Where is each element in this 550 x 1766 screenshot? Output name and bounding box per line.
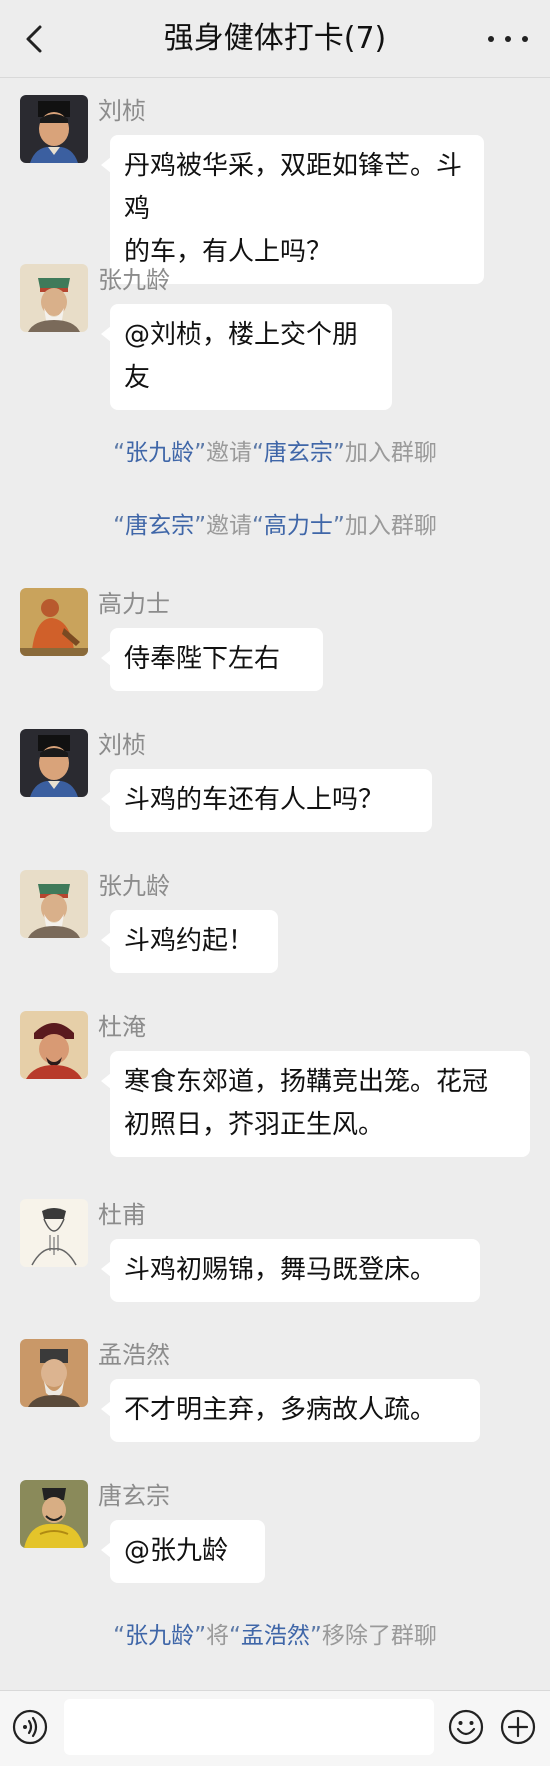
message-bubble[interactable]: 丹鸡被华采，双距如锋芒。斗鸡 的车，有人上吗？: [101, 135, 484, 284]
message-bubble[interactable]: 斗鸡约起！: [101, 910, 278, 973]
message-bubble[interactable]: 斗鸡的车还有人上吗？: [101, 769, 432, 832]
message-input[interactable]: [64, 1699, 434, 1755]
avatar[interactable]: [20, 870, 88, 938]
system-user-link[interactable]: 高力士: [264, 513, 333, 539]
message-bubble[interactable]: 侍奉陛下左右: [101, 628, 323, 691]
chevron-left-icon: [26, 25, 42, 53]
system-user-link[interactable]: 唐玄宗: [264, 440, 333, 466]
avatar[interactable]: [20, 588, 88, 656]
avatar[interactable]: [20, 1480, 88, 1548]
plus-button[interactable]: [500, 1709, 536, 1745]
message-bubble[interactable]: @刘桢，楼上交个朋友: [101, 304, 392, 410]
message-bubble[interactable]: 不才明主弃，多病故人疏。: [101, 1379, 480, 1442]
message-bubble[interactable]: 斗鸡初赐锦，舞马既登床。: [101, 1239, 480, 1302]
sender-name: 张九龄: [98, 872, 170, 900]
more-dot: [505, 36, 511, 42]
system-user-link[interactable]: 唐玄宗: [125, 513, 194, 539]
back-button[interactable]: [18, 22, 52, 56]
sender-name: 杜甫: [98, 1201, 146, 1229]
system-message: “张九龄”邀请“唐玄宗”加入群聊: [113, 440, 437, 466]
sender-name: 孟浩然: [98, 1341, 170, 1369]
system-user-link[interactable]: 张九龄: [125, 1623, 194, 1649]
avatar[interactable]: [20, 1199, 88, 1267]
sender-name: 刘桢: [98, 97, 146, 125]
more-dot: [522, 36, 528, 42]
message-bubble[interactable]: @张九龄: [101, 1520, 265, 1583]
system-user-link[interactable]: 张九龄: [125, 440, 194, 466]
sender-name: 张九龄: [98, 266, 170, 294]
more-button[interactable]: [488, 24, 528, 54]
chat-header: 强身健体打卡(7): [0, 0, 550, 78]
avatar[interactable]: [20, 1011, 88, 1079]
system-message: “唐玄宗”邀请“高力士”加入群聊: [113, 513, 437, 539]
system-user-link[interactable]: 孟浩然: [241, 1623, 310, 1649]
more-dots-icon: [488, 36, 494, 42]
voice-button[interactable]: [12, 1709, 48, 1745]
input-bar: [0, 1690, 550, 1766]
chat-title: 强身健体打卡(7): [163, 21, 387, 56]
sender-name: 刘桢: [98, 731, 146, 759]
avatar[interactable]: [20, 729, 88, 797]
message-bubble[interactable]: 寒食东郊道，扬鞲竞出笼。花冠 初照日，芥羽正生风。: [101, 1051, 530, 1157]
voice-icon: [12, 1709, 48, 1745]
system-message: “张九龄”将“孟浩然”移除了群聊: [113, 1623, 437, 1649]
emoji-icon: [448, 1709, 484, 1745]
sender-name: 杜淹: [98, 1013, 146, 1041]
emoji-button[interactable]: [448, 1709, 484, 1745]
avatar[interactable]: [20, 264, 88, 332]
sender-name: 高力士: [98, 590, 170, 618]
avatar[interactable]: [20, 95, 88, 163]
sender-name: 唐玄宗: [98, 1482, 170, 1510]
avatar[interactable]: [20, 1339, 88, 1407]
plus-icon: [500, 1709, 536, 1745]
